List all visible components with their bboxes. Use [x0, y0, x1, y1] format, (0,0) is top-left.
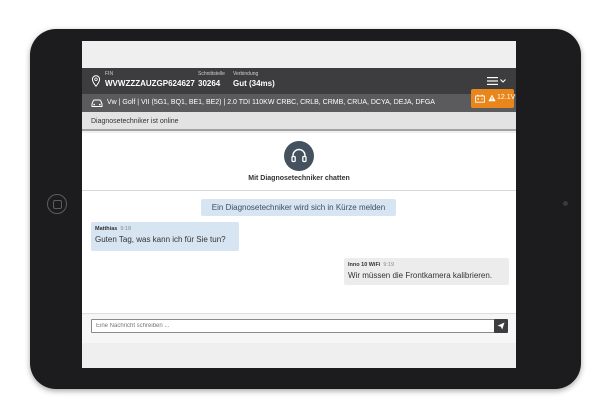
- message-input-bar: [82, 313, 516, 343]
- message-text: Guten Tag, was kann ich für Sie tun?: [95, 235, 226, 244]
- battery-icon: [475, 94, 485, 103]
- verbindung-value: Gut (34ms): [233, 79, 275, 88]
- agent-avatar: [284, 141, 314, 171]
- chat-title: Mit Diagnosetechniker chatten: [248, 175, 350, 182]
- message-text: Wir müssen die Frontkamera kalibrieren.: [348, 271, 493, 280]
- outgoing-message: Inno 10 WiFi 9:19 Wir müssen die Frontkam…: [344, 258, 509, 285]
- hamburger-menu-icon[interactable]: [487, 76, 509, 86]
- headset-icon: [291, 148, 307, 163]
- car-icon: [91, 99, 103, 107]
- message-time: 9:19: [383, 262, 395, 268]
- battery-voltage: 12.1V: [497, 94, 516, 101]
- camera-dot: [563, 201, 568, 206]
- fin-label: FIN: [105, 71, 114, 77]
- warning-icon: [488, 94, 496, 102]
- message-input[interactable]: [91, 319, 495, 333]
- verbindung-label: Verbindung: [233, 71, 259, 77]
- message-sender: Inno 10 WiFi 9:19: [348, 262, 394, 268]
- location-pin-icon: [91, 75, 101, 87]
- message-sender: Matthias 9:18: [95, 226, 131, 232]
- incoming-message: Matthias 9:18 Guten Tag, was kann ich für…: [91, 222, 239, 251]
- vehicle-header: FIN WVWZZZAUZGP624627 Schnittstelle 3026…: [82, 68, 516, 94]
- status-bar: Diagnosetechniker ist online: [82, 112, 516, 131]
- schnittstelle-label: Schnittstelle: [198, 71, 225, 77]
- battery-voltage-badge[interactable]: 12.1V: [471, 89, 516, 108]
- fin-value: WVWZZZAUZGP624627: [105, 79, 195, 88]
- chat-divider: [82, 190, 516, 191]
- status-text: Diagnosetechniker ist online: [91, 118, 179, 125]
- vehicle-info-bar: Vw | Golf | VII (5G1, BQ1, BE1, BE2) | 2…: [82, 94, 516, 112]
- send-button[interactable]: [494, 319, 508, 333]
- schnittstelle-value: 30264: [198, 79, 221, 88]
- message-time: 9:18: [120, 226, 132, 232]
- system-message: Ein Diagnosetechniker wird sich in Kürze…: [201, 199, 396, 216]
- sender-name: Matthias: [95, 226, 118, 232]
- chat-panel: Mit Diagnosetechniker chatten Ein Diagno…: [82, 133, 516, 343]
- sender-name: Inno 10 WiFi: [348, 262, 381, 268]
- app-screen: FIN WVWZZZAUZGP624627 Schnittstelle 3026…: [82, 41, 516, 368]
- send-icon: [497, 322, 505, 330]
- vehicle-description: Vw | Golf | VII (5G1, BQ1, BE1, BE2) | 2…: [107, 99, 435, 106]
- home-button[interactable]: [47, 194, 67, 214]
